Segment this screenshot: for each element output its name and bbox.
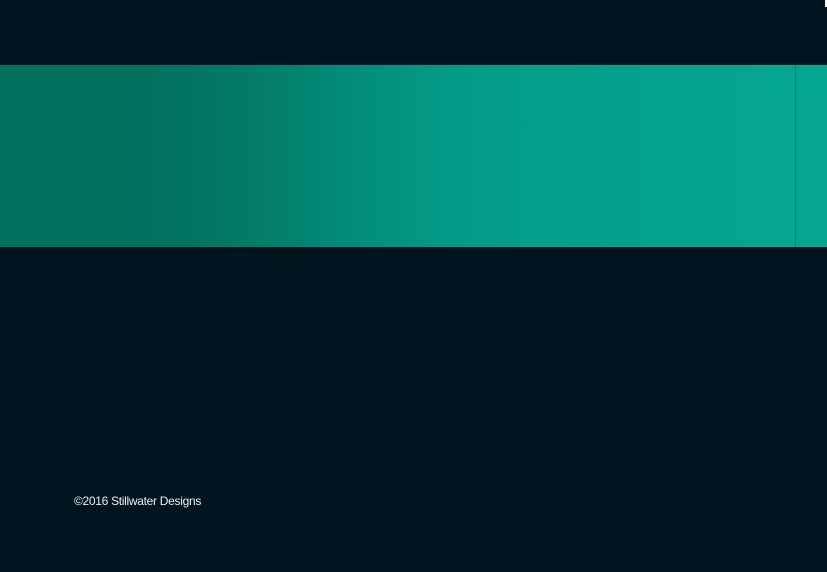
- hero-banner: [0, 65, 827, 247]
- footer-copyright: ©2016 Stillwater Designs: [74, 494, 202, 508]
- page: ©2016 Stillwater Designs: [0, 0, 827, 572]
- banner-divider: [795, 65, 796, 247]
